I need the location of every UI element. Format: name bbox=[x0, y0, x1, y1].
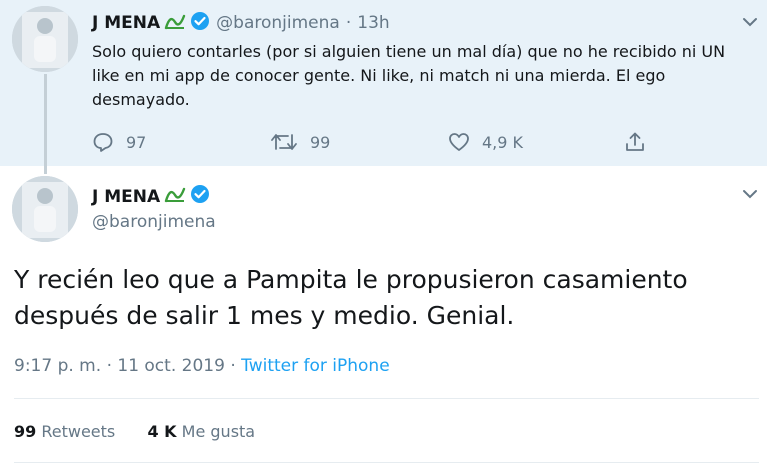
avatar[interactable] bbox=[12, 176, 78, 242]
chevron-down-icon[interactable] bbox=[740, 184, 760, 204]
thread-connector-line bbox=[44, 74, 47, 174]
reply-count: 97 bbox=[126, 132, 147, 152]
display-name[interactable]: J MENA bbox=[92, 187, 160, 207]
emoji-badge-icon bbox=[164, 12, 186, 35]
share-icon bbox=[626, 132, 644, 151]
handle[interactable]: @baronjimena bbox=[216, 13, 340, 33]
reply-icon bbox=[93, 133, 113, 152]
divider bbox=[14, 462, 759, 463]
timestamp[interactable]: 13h bbox=[357, 13, 389, 33]
tweet-stats: 99 Retweets 4 K Me gusta bbox=[14, 422, 255, 441]
likes-count[interactable]: 4 K bbox=[147, 422, 176, 441]
retweet-count: 99 bbox=[310, 132, 331, 152]
retweets-label[interactable]: Retweets bbox=[41, 422, 115, 441]
separator-dot: · bbox=[106, 356, 112, 376]
tweet-date[interactable]: 11 oct. 2019 bbox=[117, 356, 225, 376]
retweet-button[interactable]: 99 bbox=[270, 128, 330, 156]
separator-dot: · bbox=[345, 13, 352, 33]
tweet-meta: 9:17 p. m. · 11 oct. 2019 · Twitter for … bbox=[14, 356, 390, 376]
tweet-text: Solo quiero contarles (por si alguien ti… bbox=[92, 42, 726, 109]
like-button[interactable]: 4,9 K bbox=[448, 128, 523, 156]
handle[interactable]: @baronjimena bbox=[92, 212, 216, 232]
tweet-text: Y recién leo que a Pampita le propusiero… bbox=[14, 265, 688, 330]
like-count: 4,9 K bbox=[482, 132, 524, 152]
tweet-actions: 97 99 4,9 K bbox=[92, 128, 672, 156]
share-button[interactable] bbox=[624, 128, 658, 156]
avatar[interactable] bbox=[12, 6, 78, 72]
like-icon bbox=[449, 133, 469, 151]
tweet-time[interactable]: 9:17 p. m. bbox=[14, 356, 101, 376]
retweet-icon bbox=[271, 134, 297, 150]
likes-label[interactable]: Me gusta bbox=[182, 422, 255, 441]
verified-icon bbox=[190, 184, 210, 209]
emoji-badge-icon bbox=[164, 185, 186, 208]
reply-button[interactable]: 97 bbox=[92, 128, 146, 156]
divider bbox=[14, 398, 759, 399]
chevron-down-icon[interactable] bbox=[740, 12, 760, 32]
retweets-count[interactable]: 99 bbox=[14, 422, 36, 441]
verified-icon bbox=[190, 11, 210, 36]
tweet-source-link[interactable]: Twitter for iPhone bbox=[241, 356, 390, 376]
display-name[interactable]: J MENA bbox=[92, 13, 160, 33]
separator-dot: · bbox=[230, 356, 236, 376]
